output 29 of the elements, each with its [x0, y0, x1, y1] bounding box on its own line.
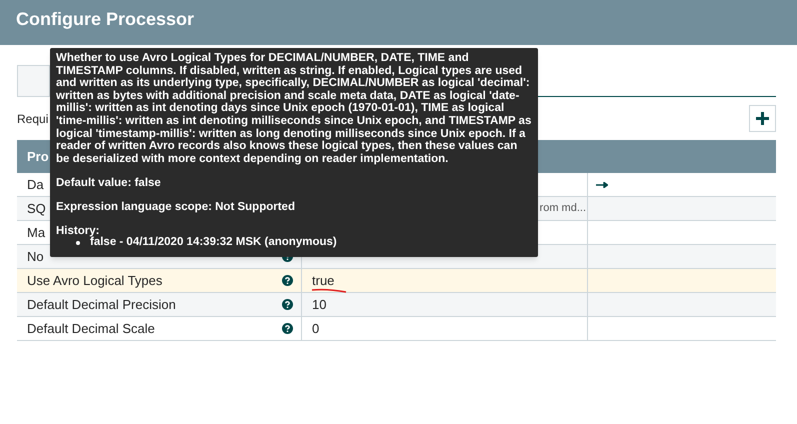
- help-icon[interactable]: [282, 275, 293, 286]
- property-name: Ma: [27, 224, 46, 242]
- history-label: History:: [56, 225, 100, 238]
- default-value-text: Default value: false: [56, 177, 162, 190]
- property-value[interactable]: 0: [303, 318, 320, 338]
- help-icon[interactable]: [282, 323, 293, 334]
- help-icon[interactable]: [282, 299, 293, 310]
- arrow-right-icon[interactable]: [596, 182, 608, 188]
- property-name: SQ: [27, 200, 46, 218]
- property-name: Default Decimal Precision: [27, 296, 176, 314]
- property-name: Da: [27, 176, 44, 194]
- add-property-button[interactable]: [749, 105, 776, 132]
- property-value[interactable]: 10: [303, 294, 326, 314]
- tooltip-description: Whether to use Avro Logical Types for DECIMAL/NUMBER, DATE, TIME and TIMESTAMP columns. If disabled, written as string. If enabled, Logical types are used and written as its underlying type, specifically, DECIMAL/NUMBER as logical 'decimal': written as bytes with additional precision and scale meta data, DATE as logical 'date-millis': written as int denoting days since Unix epoch (1970-01-01), TIME as logical 'time-millis': written as int denoting milliseconds since Unix epoch, and TIMESTAMP as logical 'timestamp-millis': written as long denoting milliseconds since Unix epoch. If a reader of written Avro records also knows these logical types, then these values can be deserialized with more context depending on reader implementation.: [56, 52, 532, 166]
- property-name: No: [27, 248, 44, 266]
- table-row[interactable]: Use Avro Logical Types true: [17, 269, 776, 293]
- property-name: Default Decimal Scale: [27, 320, 155, 338]
- table-row[interactable]: Default Decimal Precision 10: [17, 293, 776, 317]
- annotation-underline: [311, 288, 347, 294]
- expression-scope-text: Expression language scope: Not Supported: [56, 201, 296, 214]
- plus-icon: [756, 112, 769, 125]
- property-value[interactable]: true: [303, 270, 334, 290]
- property-value[interactable]: rom md...: [540, 200, 586, 217]
- column-header: Pro: [27, 148, 49, 164]
- required-label: Requi: [17, 110, 48, 128]
- bullet-icon: [76, 241, 80, 246]
- window-title: Configure Processor: [16, 8, 194, 31]
- table-row[interactable]: Default Decimal Scale 0: [17, 317, 776, 341]
- property-name: Use Avro Logical Types: [27, 272, 162, 290]
